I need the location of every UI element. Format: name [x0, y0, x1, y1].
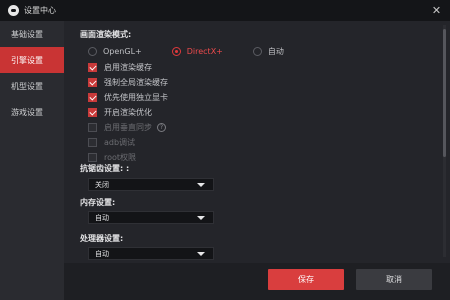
- save-button[interactable]: 保存: [268, 269, 344, 290]
- title-bar: 设置中心 ✕: [0, 0, 450, 21]
- footer: 保存 取消: [64, 263, 450, 300]
- sidebar-item-engine[interactable]: 引擎设置: [0, 47, 64, 73]
- checkbox-box: [88, 123, 97, 132]
- checkbox-adb-debug[interactable]: adb调试: [88, 137, 135, 148]
- window-title: 设置中心: [24, 6, 56, 15]
- help-icon[interactable]: ?: [157, 123, 166, 132]
- radio-label: DirectX+: [186, 47, 223, 56]
- checkbox-label: 启用渲染缓存: [104, 63, 152, 72]
- select-value: 自动: [95, 213, 109, 222]
- memory-title: 内存设置:: [80, 198, 116, 207]
- sidebar: 基础设置 引擎设置 机型设置 游戏设置: [0, 21, 64, 300]
- antialias-title: 抗锯齿设置: :: [80, 164, 130, 173]
- radio-directx[interactable]: DirectX+: [171, 47, 223, 56]
- radio-dot: [88, 47, 97, 56]
- checkbox-box: [88, 78, 97, 87]
- select-value: 关闭: [95, 180, 109, 189]
- checkbox-render-cache[interactable]: 启用渲染缓存: [88, 62, 152, 73]
- checkbox-label: 开启渲染优化: [104, 108, 152, 117]
- chevron-down-icon: [197, 251, 205, 256]
- render-mode-title: 画面渲染模式:: [80, 30, 132, 39]
- radio-label: OpenGL+: [103, 47, 142, 56]
- radio-dot: [252, 47, 262, 56]
- checkbox-discrete-gpu[interactable]: 优先使用独立显卡: [88, 92, 168, 103]
- cancel-button[interactable]: 取消: [356, 269, 432, 290]
- checkbox-label: 优先使用独立显卡: [104, 93, 168, 102]
- checkbox-box: [88, 138, 97, 147]
- checkbox-box: [88, 93, 97, 102]
- checkbox-box: [88, 108, 97, 117]
- checkbox-render-optimization[interactable]: 开启渲染优化: [88, 107, 152, 118]
- checkbox-label: 启用垂直同步: [104, 123, 152, 132]
- cpu-select[interactable]: 自动: [88, 247, 214, 260]
- scrollbar-thumb[interactable]: [443, 29, 446, 157]
- scrollbar[interactable]: [443, 25, 446, 257]
- checkbox-box: [88, 63, 97, 72]
- radio-opengl[interactable]: OpenGL+: [88, 47, 142, 56]
- sidebar-item-model[interactable]: 机型设置: [0, 73, 64, 99]
- cpu-title: 处理器设置:: [80, 234, 124, 243]
- radio-dot: [171, 47, 181, 56]
- app-logo-icon: [8, 5, 19, 16]
- radio-label: 自动: [267, 47, 284, 56]
- sidebar-item-basic[interactable]: 基础设置: [0, 21, 64, 47]
- engine-settings-panel: 画面渲染模式: OpenGL+ DirectX+ 自动 启用渲染缓存 强制全局渲…: [64, 21, 450, 263]
- checkbox-root[interactable]: root权限: [88, 152, 136, 163]
- checkbox-global-render-cache[interactable]: 强制全局渲染缓存: [88, 77, 168, 88]
- checkbox-box: [88, 153, 97, 162]
- checkbox-label: adb调试: [104, 138, 136, 147]
- sidebar-item-game[interactable]: 游戏设置: [0, 99, 64, 125]
- checkbox-vsync[interactable]: 启用垂直同步 ?: [88, 122, 166, 133]
- checkbox-label: 强制全局渲染缓存: [104, 78, 168, 87]
- close-icon[interactable]: ✕: [430, 4, 443, 17]
- select-value: 自动: [95, 249, 109, 258]
- checkbox-label: root权限: [104, 153, 137, 162]
- chevron-down-icon: [197, 182, 205, 187]
- chevron-down-icon: [197, 215, 205, 220]
- antialias-select[interactable]: 关闭: [88, 178, 214, 191]
- render-mode-group: OpenGL+ DirectX+ 自动: [88, 46, 314, 57]
- radio-auto[interactable]: 自动: [252, 46, 284, 57]
- memory-select[interactable]: 自动: [88, 211, 214, 224]
